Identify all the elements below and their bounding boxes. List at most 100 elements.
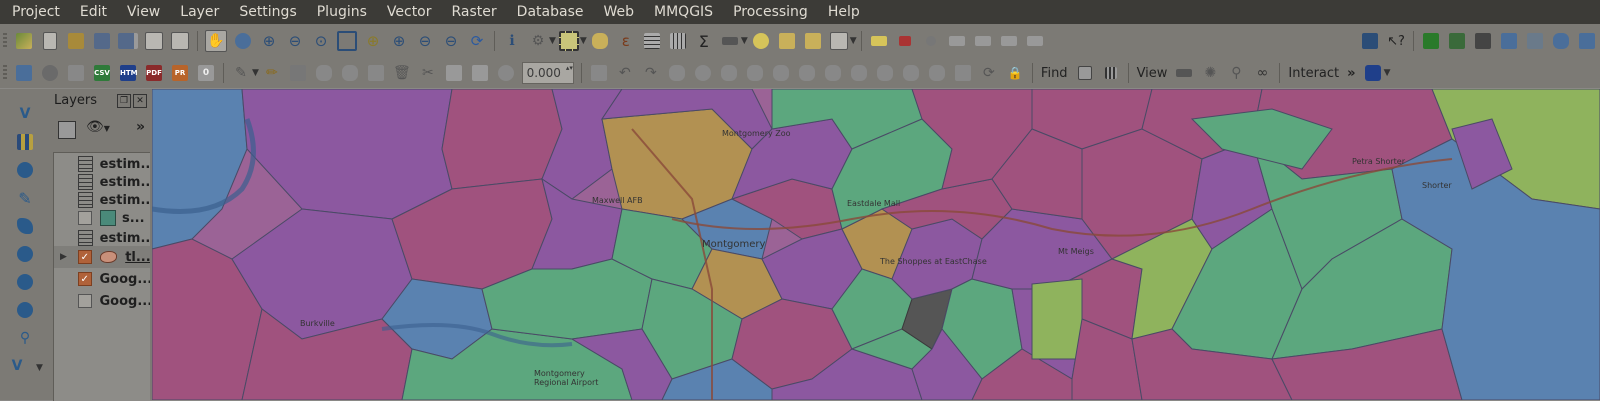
label-abc-icon[interactable]	[869, 31, 889, 51]
chevron-down-icon[interactable]: ▼	[580, 36, 587, 46]
layer-item[interactable]: s...	[54, 207, 150, 229]
refresh-icon[interactable]: ⟳	[467, 31, 487, 51]
save-layer-icon[interactable]	[14, 63, 34, 83]
text-annotation-icon[interactable]	[829, 31, 849, 51]
help-book-icon[interactable]	[1360, 31, 1380, 51]
map-tips-icon[interactable]	[751, 31, 771, 51]
zero-button[interactable]: 0	[196, 63, 216, 83]
toggle-editing-pencil-icon[interactable]: ✏	[262, 63, 282, 83]
change-label-icon[interactable]	[1025, 31, 1045, 51]
menu-settings[interactable]: Settings	[227, 0, 304, 24]
link-icon[interactable]: ∞	[1252, 63, 1272, 83]
add-spatialite-layer-icon[interactable]	[14, 159, 36, 181]
menu-plugins[interactable]: Plugins	[305, 0, 375, 24]
zoom-native-icon[interactable]: ⊙	[311, 31, 331, 51]
rotate-label-icon[interactable]	[999, 31, 1019, 51]
simplify-feature-icon[interactable]	[667, 63, 687, 83]
zoom-to-layer-icon[interactable]: ⊕	[389, 31, 409, 51]
toolbar-grip[interactable]	[3, 33, 7, 49]
statistics-sigma-icon[interactable]: Σ	[694, 31, 714, 51]
add-wms-layer-icon[interactable]	[14, 243, 36, 265]
add-delimited-icon[interactable]	[1577, 31, 1597, 51]
add-vector-icon[interactable]	[1421, 31, 1441, 51]
print-composer-icon[interactable]	[144, 31, 164, 51]
add-vector-layer-icon[interactable]: V	[14, 103, 36, 125]
zoom-in-icon[interactable]: ⊕	[259, 31, 279, 51]
menu-layer[interactable]: Layer	[168, 0, 227, 24]
map-canvas[interactable]: Montgomery Eastdale Mall The Shoppes at …	[152, 89, 1600, 400]
export-csv-button[interactable]: CSV	[92, 63, 112, 83]
add-postgis-icon[interactable]	[1551, 31, 1571, 51]
find-search-icon[interactable]	[1075, 63, 1095, 83]
reshape-features-icon[interactable]	[823, 63, 843, 83]
globe-plugin-icon[interactable]	[1363, 63, 1383, 83]
snapping-icon[interactable]	[589, 63, 609, 83]
menu-help[interactable]: Help	[816, 0, 868, 24]
redo-icon[interactable]: ↷	[641, 63, 661, 83]
run-action-icon[interactable]: ⚙	[528, 31, 548, 51]
move-label-icon[interactable]	[973, 31, 993, 51]
chevron-down-icon[interactable]: ▼	[36, 363, 43, 373]
zoom-out-icon[interactable]: ⊖	[285, 31, 305, 51]
menu-processing[interactable]: Processing	[721, 0, 816, 24]
layer-item[interactable]: Goog...	[54, 290, 150, 312]
view-mode-icon[interactable]	[1174, 63, 1194, 83]
expand-arrow-icon[interactable]: ▶	[60, 252, 67, 262]
export-htm-button[interactable]: HTM	[118, 63, 138, 83]
pan-hand-icon[interactable]: ✋	[205, 30, 227, 52]
layer-visibility-checkbox[interactable]: ✓	[78, 250, 92, 264]
add-wfs-layer-icon[interactable]	[14, 299, 36, 321]
layer-item[interactable]: ✓ Goog...	[54, 268, 150, 290]
layer-visibility-checkbox[interactable]	[78, 294, 92, 308]
attribute-table-icon[interactable]	[642, 31, 662, 51]
add-ring-icon[interactable]	[693, 63, 713, 83]
digitize-icon[interactable]	[14, 31, 34, 51]
pan-to-selection-icon[interactable]	[233, 31, 253, 51]
node-tool-icon[interactable]	[366, 63, 386, 83]
chevron-down-icon[interactable]: ▼	[252, 68, 259, 78]
menu-raster[interactable]: Raster	[440, 0, 505, 24]
zoom-next-icon[interactable]: ⊖	[441, 31, 461, 51]
deselect-icon[interactable]	[590, 31, 610, 51]
show-hide-labels-icon[interactable]	[947, 31, 967, 51]
layer-visibility-checkbox[interactable]	[78, 211, 92, 225]
new-project-icon[interactable]	[40, 31, 60, 51]
whats-this-icon[interactable]: ↖?	[1386, 31, 1406, 51]
lock-icon[interactable]: 🔒	[1005, 63, 1025, 83]
add-raster-icon[interactable]	[1447, 31, 1467, 51]
zoom-full-icon[interactable]	[337, 31, 357, 51]
move-feature-icon[interactable]	[340, 63, 360, 83]
menu-project[interactable]: Project	[0, 0, 68, 24]
add-mssql-layer-icon[interactable]: ✎	[14, 187, 36, 209]
light-bulb-icon[interactable]: ✺	[1200, 63, 1220, 83]
copy-features-icon[interactable]	[444, 63, 464, 83]
chevron-down-icon[interactable]: ▼	[1384, 68, 1391, 78]
menu-mmqgis[interactable]: MMQGIS	[642, 0, 721, 24]
composer-manager-icon[interactable]	[170, 31, 190, 51]
zoom-last-icon[interactable]: ⊖	[415, 31, 435, 51]
add-spatialite-icon[interactable]	[1473, 31, 1493, 51]
close-panel-icon[interactable]: ✕	[133, 94, 147, 108]
merge-features-icon[interactable]	[927, 63, 947, 83]
identify-icon[interactable]: ℹ	[502, 31, 522, 51]
more-tools-button[interactable]: »	[1347, 66, 1355, 81]
undo-icon[interactable]: ↶	[615, 63, 635, 83]
map-pin-icon[interactable]: ⚲	[1226, 63, 1246, 83]
offset-curve-icon[interactable]	[849, 63, 869, 83]
delete-selected-trash-icon[interactable]: 🗑	[392, 63, 412, 83]
export-pdf-button[interactable]: PDF	[144, 63, 164, 83]
rotation-spinbox[interactable]: 0.000	[521, 62, 574, 84]
new-vector-layer-icon[interactable]: V	[6, 355, 28, 377]
rotate-feature-icon[interactable]: ⟳	[979, 63, 999, 83]
add-delimited-text-icon[interactable]: ⚲	[14, 327, 36, 349]
merge-attributes-icon[interactable]	[953, 63, 973, 83]
paste-features-icon[interactable]	[470, 63, 490, 83]
add-part-icon[interactable]	[719, 63, 739, 83]
select-by-expression-icon[interactable]: ε	[616, 31, 636, 51]
save-project-icon[interactable]	[92, 31, 112, 51]
add-feature-icon[interactable]	[314, 63, 334, 83]
measure-icon[interactable]	[720, 31, 740, 51]
visibility-eye-icon[interactable]: 👁▼	[86, 119, 110, 135]
toolbar-grip[interactable]	[3, 65, 7, 81]
grid-icon[interactable]	[1101, 63, 1121, 83]
